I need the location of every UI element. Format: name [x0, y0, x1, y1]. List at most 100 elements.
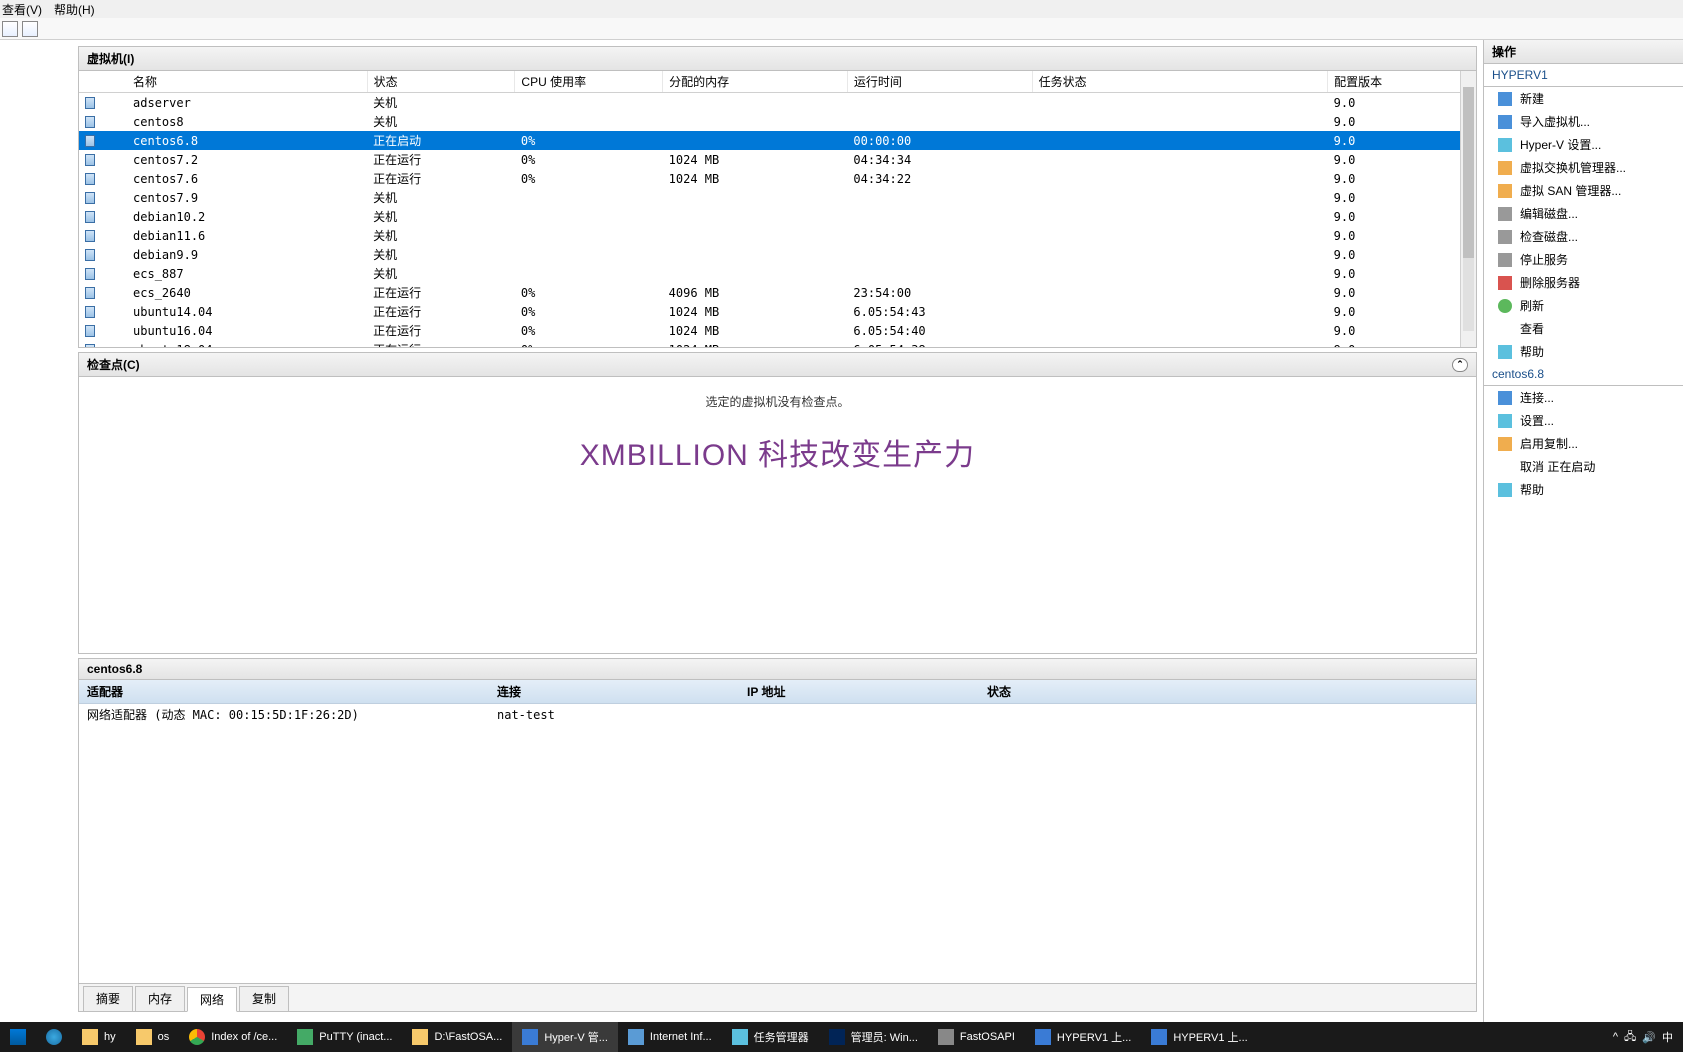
table-row[interactable]: centos7.6正在运行0%1024 MB04:34:229.0 — [79, 169, 1476, 188]
tray-chevron-icon[interactable]: ^ — [1613, 1031, 1618, 1043]
action-label: 设置... — [1520, 412, 1554, 429]
toolbar-icon-2[interactable] — [22, 21, 38, 37]
scroll-thumb[interactable] — [1463, 87, 1474, 258]
detail-tab-复制[interactable]: 复制 — [239, 986, 289, 1011]
detail-col-header[interactable]: 连接 — [489, 680, 739, 704]
vm-col-header[interactable]: 状态 — [367, 71, 515, 93]
action-label: 取消 正在启动 — [1520, 458, 1595, 475]
vm-icon — [85, 173, 95, 185]
table-row[interactable]: debian10.2关机9.0 — [79, 207, 1476, 226]
vm-col-header[interactable]: 名称 — [127, 71, 367, 93]
tray-ime-icon[interactable]: 中 — [1662, 1029, 1673, 1045]
action-帮助[interactable]: 帮助 — [1484, 478, 1683, 501]
action-label: 编辑磁盘... — [1520, 205, 1578, 222]
table-row[interactable]: ubuntu14.04正在运行0%1024 MB6.05:54:439.0 — [79, 302, 1476, 321]
vm-col-header[interactable]: 运行时间 — [847, 71, 1032, 93]
action-label: 新建 — [1520, 90, 1544, 107]
menu-help[interactable]: 帮助(H) — [54, 1, 95, 18]
vm-col-header[interactable]: CPU 使用率 — [515, 71, 663, 93]
action-icon — [1498, 391, 1512, 405]
actions-pane: 操作 HYPERV1 新建导入虚拟机...Hyper-V 设置...虚拟交换机管… — [1483, 40, 1683, 1022]
taskbar-item[interactable]: HYPERV1 上... — [1025, 1022, 1141, 1052]
taskbar-item[interactable]: D:\FastOSA... — [402, 1022, 512, 1052]
table-row[interactable]: 网络适配器 (动态 MAC: 00:15:5D:1F:26:2D)nat-tes… — [79, 704, 1476, 726]
action-icon — [1498, 299, 1512, 313]
action-启用复制...[interactable]: 启用复制... — [1484, 432, 1683, 455]
action-label: 查看 — [1520, 320, 1544, 337]
detail-panel: centos6.8 适配器连接IP 地址状态 网络适配器 (动态 MAC: 00… — [78, 658, 1477, 1012]
detail-col-header[interactable]: 状态 — [979, 680, 1476, 704]
taskbar-item[interactable]: Internet Inf... — [618, 1022, 722, 1052]
detail-col-header[interactable]: IP 地址 — [739, 680, 979, 704]
action-查看[interactable]: 查看 — [1484, 317, 1683, 340]
table-row[interactable]: debian11.6关机9.0 — [79, 226, 1476, 245]
table-row[interactable]: ubuntu18.04正在运行0%1024 MB6.05:54:389.0 — [79, 340, 1476, 347]
vm-scrollbar[interactable] — [1460, 71, 1476, 347]
action-icon — [1498, 184, 1512, 198]
tray-sound-icon[interactable]: 🔊 — [1642, 1031, 1656, 1044]
table-row[interactable]: ubuntu16.04正在运行0%1024 MB6.05:54:409.0 — [79, 321, 1476, 340]
action-刷新[interactable]: 刷新 — [1484, 294, 1683, 317]
vm-icon — [85, 211, 95, 223]
action-连接...[interactable]: 连接... — [1484, 386, 1683, 409]
taskbar-item[interactable]: FastOSAPI — [928, 1022, 1025, 1052]
actions-host-section: HYPERV1 — [1484, 64, 1683, 87]
action-取消 正在启动[interactable]: 取消 正在启动 — [1484, 455, 1683, 478]
detail-tab-网络[interactable]: 网络 — [187, 987, 237, 1012]
taskbar-item[interactable]: 管理员: Win... — [819, 1022, 928, 1052]
action-导入虚拟机...[interactable]: 导入虚拟机... — [1484, 110, 1683, 133]
detail-tab-摘要[interactable]: 摘要 — [83, 986, 133, 1011]
checkpoints-panel: 检查点(C) ⌃ 选定的虚拟机没有检查点。 XMBILLION 科技改变生产力 — [78, 352, 1477, 654]
taskbar-item[interactable]: 任务管理器 — [722, 1022, 819, 1052]
taskbar-item[interactable]: Hyper-V 管... — [512, 1022, 618, 1052]
toolbar-icon-1[interactable] — [2, 21, 18, 37]
tray-network-icon[interactable]: 🖧 — [1624, 1028, 1636, 1047]
start-button[interactable] — [0, 1022, 36, 1052]
system-tray[interactable]: ^ 🖧 🔊 中 — [1603, 1028, 1683, 1047]
collapse-icon[interactable]: ⌃ — [1452, 358, 1468, 372]
action-删除服务器[interactable]: 删除服务器 — [1484, 271, 1683, 294]
vm-col-header[interactable]: 分配的内存 — [663, 71, 848, 93]
taskbar-item[interactable]: os — [126, 1022, 180, 1052]
table-row[interactable]: centos7.9关机9.0 — [79, 188, 1476, 207]
taskbar-label: FastOSAPI — [960, 1031, 1015, 1043]
action-停止服务[interactable]: 停止服务 — [1484, 248, 1683, 271]
vm-col-header[interactable]: 任务状态 — [1032, 71, 1328, 93]
table-row[interactable]: centos7.2正在运行0%1024 MB04:34:349.0 — [79, 150, 1476, 169]
table-row[interactable]: ecs_887关机9.0 — [79, 264, 1476, 283]
actions-vm-section: centos6.8 — [1484, 363, 1683, 386]
action-检查磁盘...[interactable]: 检查磁盘... — [1484, 225, 1683, 248]
table-row[interactable]: ecs_2640正在运行0%4096 MB23:54:009.0 — [79, 283, 1476, 302]
detail-tab-内存[interactable]: 内存 — [135, 986, 185, 1011]
action-新建[interactable]: 新建 — [1484, 87, 1683, 110]
taskbar-item[interactable]: Index of /ce... — [179, 1022, 287, 1052]
table-row[interactable]: debian9.9关机9.0 — [79, 245, 1476, 264]
table-row[interactable]: adserver关机9.0 — [79, 93, 1476, 113]
taskbar-item[interactable]: hy — [72, 1022, 126, 1052]
table-row[interactable]: centos6.8正在启动0%00:00:009.0 — [79, 131, 1476, 150]
taskbar-icon — [82, 1029, 98, 1045]
vm-icon — [85, 287, 95, 299]
action-设置...[interactable]: 设置... — [1484, 409, 1683, 432]
detail-panel-title: centos6.8 — [79, 659, 1476, 680]
vm-col-header[interactable] — [79, 71, 127, 93]
action-icon — [1498, 460, 1512, 474]
action-虚拟 SAN 管理器...[interactable]: 虚拟 SAN 管理器... — [1484, 179, 1683, 202]
vm-col-header[interactable]: 配置版本 — [1328, 71, 1476, 93]
taskbar-icon — [1035, 1029, 1051, 1045]
action-帮助[interactable]: 帮助 — [1484, 340, 1683, 363]
action-编辑磁盘...[interactable]: 编辑磁盘... — [1484, 202, 1683, 225]
taskbar-item[interactable]: PuTTY (inact... — [287, 1022, 402, 1052]
vm-icon — [85, 268, 95, 280]
table-row[interactable]: centos8关机9.0 — [79, 112, 1476, 131]
taskbar-item[interactable] — [36, 1022, 72, 1052]
taskbar-label: HYPERV1 上... — [1057, 1029, 1131, 1045]
taskbar-icon — [829, 1029, 845, 1045]
menu-view[interactable]: 查看(V) — [2, 1, 42, 18]
detail-col-header[interactable]: 适配器 — [79, 680, 489, 704]
watermark-text: XMBILLION 科技改变生产力 — [580, 430, 975, 474]
action-虚拟交换机管理器...[interactable]: 虚拟交换机管理器... — [1484, 156, 1683, 179]
action-label: 检查磁盘... — [1520, 228, 1578, 245]
taskbar-item[interactable]: HYPERV1 上... — [1141, 1022, 1257, 1052]
action-Hyper-V 设置...[interactable]: Hyper-V 设置... — [1484, 133, 1683, 156]
